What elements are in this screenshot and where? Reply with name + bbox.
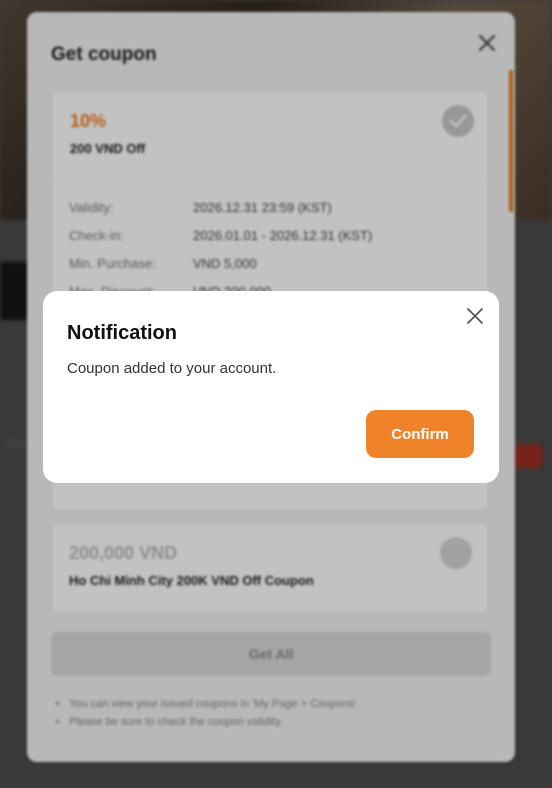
- notes-list: You can view your issued coupons in 'My …: [51, 698, 509, 734]
- dialog-message: Coupon added to your account.: [67, 360, 277, 377]
- notification-dialog: Notification Coupon added to your accoun…: [43, 291, 499, 483]
- detail-min-purchase: Min. Purchase: VND 5,000: [69, 256, 257, 271]
- coupon-amount: 200,000 VND: [69, 543, 178, 563]
- coupon-card[interactable]: 10% 200 VND Off: [51, 90, 489, 182]
- confirm-button[interactable]: Confirm: [366, 410, 474, 458]
- coupon-card[interactable]: 200,000 VND Ho Chi Minh City 200K VND Of…: [51, 522, 489, 614]
- coupon-name: Ho Chi Minh City 200K VND Off Coupon: [69, 573, 314, 588]
- sheet-title: Get coupon: [51, 44, 157, 65]
- dialog-title: Notification: [67, 322, 177, 344]
- download-circle-icon[interactable]: [440, 537, 472, 569]
- coupon-discount: 10%: [70, 111, 107, 131]
- close-icon[interactable]: [474, 30, 500, 56]
- coupon-name: 200 VND Off: [70, 141, 146, 156]
- detail-validity: Validity: 2026.12.31 23:59 (KST): [69, 200, 332, 215]
- scrollbar[interactable]: [509, 70, 513, 212]
- note-item: Please be sure to check the coupon valid…: [69, 716, 509, 728]
- detail-check-in: Check-in: 2026.01.01 - 2026.12.31 (KST): [69, 228, 373, 243]
- note-item: You can view your issued coupons in 'My …: [69, 698, 509, 710]
- check-circle-icon[interactable]: [442, 105, 474, 137]
- get-all-button[interactable]: Get All: [51, 632, 491, 676]
- close-icon[interactable]: [463, 304, 487, 328]
